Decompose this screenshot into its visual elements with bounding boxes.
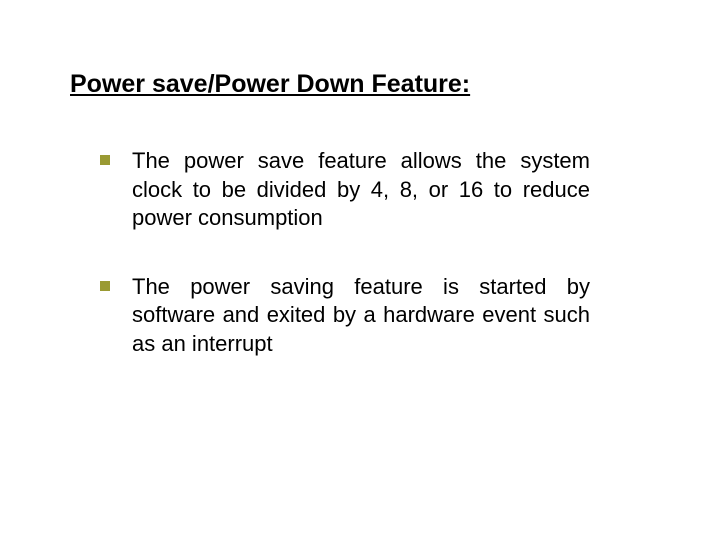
bullet-item: The power saving feature is started by s…	[70, 273, 650, 359]
square-bullet-icon	[100, 281, 110, 291]
bullet-text: The power save feature allows the system…	[132, 147, 650, 233]
slide-title: Power save/Power Down Feature:	[70, 70, 650, 99]
slide: Power save/Power Down Feature: The power…	[0, 0, 720, 540]
bullet-item: The power save feature allows the system…	[70, 147, 650, 233]
bullet-text: The power saving feature is started by s…	[132, 273, 650, 359]
square-bullet-icon	[100, 155, 110, 165]
